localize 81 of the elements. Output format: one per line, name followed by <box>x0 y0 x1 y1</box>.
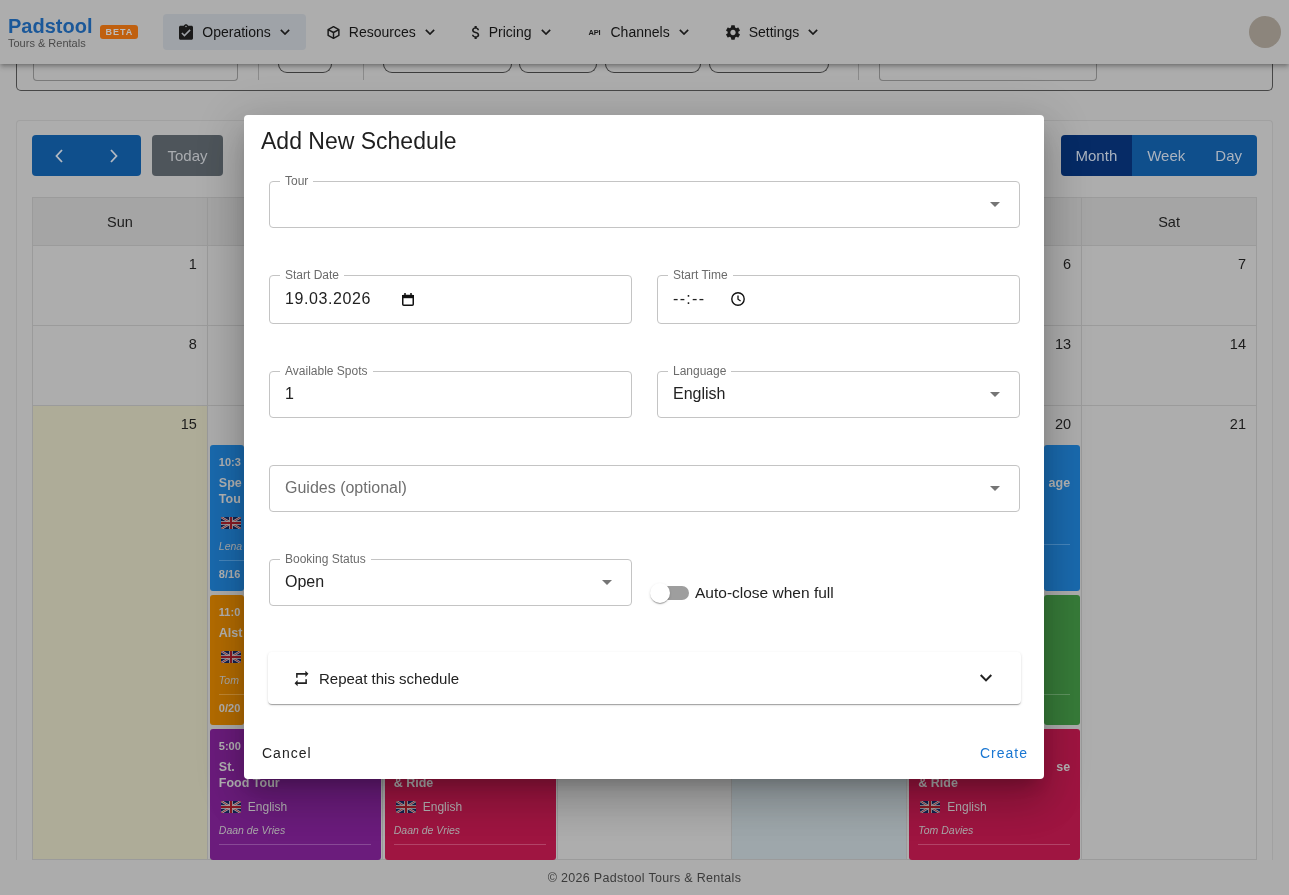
event-title: se <box>1056 760 1071 774</box>
gear-icon <box>725 24 740 40</box>
event-title: Alst <box>218 626 243 640</box>
nav-menu-item[interactable]: Settings <box>709 14 835 50</box>
event-language: English <box>422 800 463 814</box>
nav-menu-item[interactable]: Operations <box>163 14 306 50</box>
event-guide: Daan de Vries <box>393 824 461 836</box>
dropdown-arrow-icon <box>602 579 612 585</box>
event-guide: Tom Davies <box>918 824 974 836</box>
day-number: 13 <box>1055 336 1072 352</box>
event-language: English <box>947 800 987 814</box>
event-time: 11:0 <box>218 606 241 618</box>
brand-name: Padstool <box>8 15 93 37</box>
event-time: 5:00 <box>218 740 241 752</box>
date-field[interactable]: Start Date 19.03.2026 <box>269 268 632 324</box>
event-time: 10:3 <box>218 456 241 468</box>
search-field[interactable] <box>879 64 1097 81</box>
chevron-down-icon <box>279 29 290 35</box>
dollar-icon <box>471 25 480 39</box>
event-title: Spe <box>218 476 242 490</box>
copyright-text: © 2026 Padstool Tours & Rentals <box>547 870 742 885</box>
event-guide: Tom <box>218 674 239 686</box>
event-capacity: 8/16 <box>218 568 241 580</box>
repeat-icon <box>294 669 309 687</box>
cancel-button[interactable]: Cancel <box>252 735 322 771</box>
chevron-left-icon <box>55 148 64 163</box>
expand-icon <box>980 674 992 682</box>
time-field[interactable]: Start Time --:-- <box>657 268 1020 324</box>
chevron-right-icon <box>109 148 118 163</box>
dropdown-field[interactable]: Booking Status Open <box>269 552 632 606</box>
beta-badge: BETA <box>100 25 139 39</box>
event-guide: Lena <box>218 540 243 552</box>
weekday-label: Sat <box>1158 213 1180 230</box>
day-cell[interactable]: 7 <box>1082 246 1257 326</box>
dropdown-arrow-icon <box>990 391 1000 397</box>
event-capacity: 0/20 <box>218 702 241 714</box>
day-cell[interactable]: 15 <box>33 406 208 860</box>
day-number: 20 <box>1055 416 1072 432</box>
dropdown-field[interactable]: Tour <box>269 174 1020 228</box>
user-avatar[interactable] <box>1249 16 1281 48</box>
event-title: St. <box>218 760 235 774</box>
dropdown-arrow-icon <box>990 485 1000 491</box>
clipboard-check-icon <box>179 24 194 40</box>
day-number: 6 <box>1063 256 1072 272</box>
dropdown-field[interactable]: Guides (optional) <box>269 465 1020 512</box>
day-number: 7 <box>1237 256 1246 272</box>
day-number: 8 <box>188 336 197 352</box>
day-number: 21 <box>1229 416 1246 432</box>
tour-select[interactable] <box>33 64 238 81</box>
chevron-down-icon <box>678 29 689 35</box>
event-title: Tou <box>218 492 241 506</box>
clock-icon <box>731 292 746 306</box>
nav-menu-item[interactable]: Pricing <box>455 14 567 50</box>
dialog-title: Add New Schedule <box>261 128 457 154</box>
chevron-down-icon <box>540 29 551 35</box>
dropdown-arrow-icon <box>990 201 1000 207</box>
day-cell[interactable]: 1 <box>33 246 208 326</box>
brand-tagline: Tours & Rentals <box>8 37 87 49</box>
day-number: 15 <box>180 416 197 432</box>
day-cell[interactable]: 14 <box>1082 326 1257 406</box>
confirm-button[interactable]: Create <box>971 735 1036 771</box>
chevron-down-icon <box>424 29 435 35</box>
toggle-switch[interactable] <box>650 583 690 603</box>
weekday-label: Sun <box>107 213 133 230</box>
calendar-icon <box>402 292 415 306</box>
view-button[interactable]: Week <box>1132 135 1201 176</box>
cube-icon <box>326 25 340 39</box>
day-number: 1 <box>188 256 197 272</box>
nav-menu-item[interactable]: Resources <box>310 14 451 50</box>
view-button[interactable]: Day <box>1200 135 1257 176</box>
switch-label[interactable]: Auto-close when full <box>695 584 834 602</box>
view-button[interactable]: Month <box>1060 135 1133 176</box>
chevron-down-icon <box>808 29 819 35</box>
day-number: 14 <box>1229 336 1246 352</box>
event-title: age <box>1048 476 1071 490</box>
event-language: English <box>247 800 288 814</box>
accordion-header[interactable]: Repeat this schedule <box>268 652 1021 704</box>
dropdown-field[interactable]: Language English <box>657 364 1020 418</box>
number-field[interactable]: Available Spots 1 <box>269 364 632 418</box>
event-card[interactable] <box>1044 595 1081 725</box>
event-guide: Daan de Vries <box>218 824 286 836</box>
